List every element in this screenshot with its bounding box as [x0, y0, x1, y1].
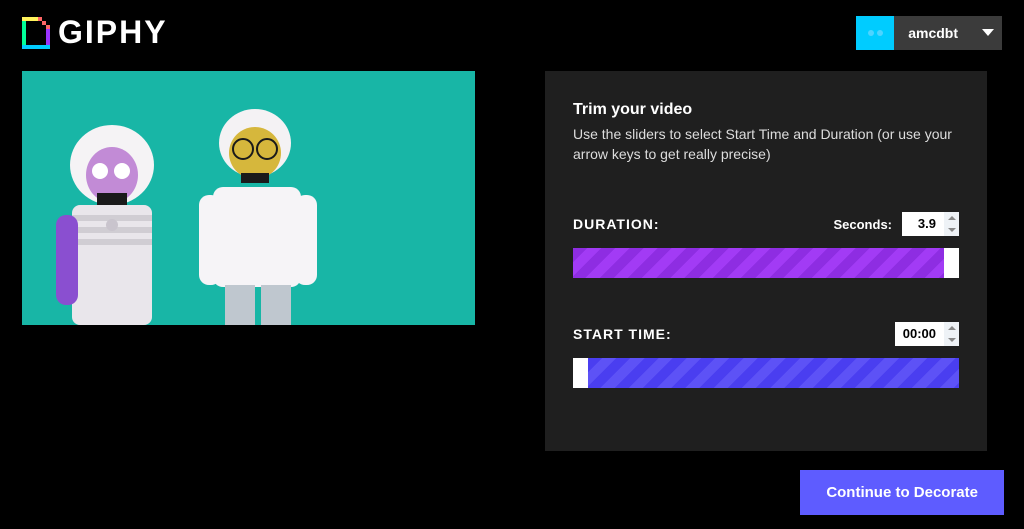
logo-icon [22, 17, 50, 49]
brand-logo[interactable]: GIPHY [22, 14, 168, 51]
start-time-step-up[interactable] [944, 322, 959, 334]
trim-panel: Trim your video Use the sliders to selec… [545, 71, 987, 451]
user-avatar-icon [856, 16, 894, 50]
brand-name: GIPHY [58, 14, 168, 51]
panel-title: Trim your video [573, 101, 959, 119]
preview-illustration-right [177, 95, 327, 325]
start-time-slider[interactable] [573, 358, 959, 388]
duration-stepper[interactable]: 3.9 [902, 212, 959, 236]
user-menu-caret[interactable] [972, 16, 1002, 50]
start-time-value[interactable]: 00:00 [895, 322, 944, 346]
chevron-down-icon [982, 29, 994, 36]
preview-illustration-left [42, 115, 182, 325]
start-time-step-down[interactable] [944, 334, 959, 346]
duration-value[interactable]: 3.9 [902, 212, 944, 236]
duration-unit-label: Seconds: [833, 217, 892, 232]
duration-label: DURATION: [573, 216, 660, 232]
video-preview[interactable] [22, 71, 475, 325]
user-name: amcdbt [894, 16, 972, 50]
start-time-label: START TIME: [573, 326, 672, 342]
duration-step-up[interactable] [944, 212, 959, 224]
start-time-stepper[interactable]: 00:00 [895, 322, 959, 346]
panel-description: Use the sliders to select Start Time and… [573, 125, 959, 164]
duration-slider[interactable] [573, 248, 959, 278]
duration-step-down[interactable] [944, 224, 959, 236]
continue-button[interactable]: Continue to Decorate [800, 470, 1004, 515]
start-time-slider-fill [588, 358, 959, 388]
user-menu[interactable]: amcdbt [856, 16, 1002, 50]
duration-slider-fill [573, 248, 944, 278]
